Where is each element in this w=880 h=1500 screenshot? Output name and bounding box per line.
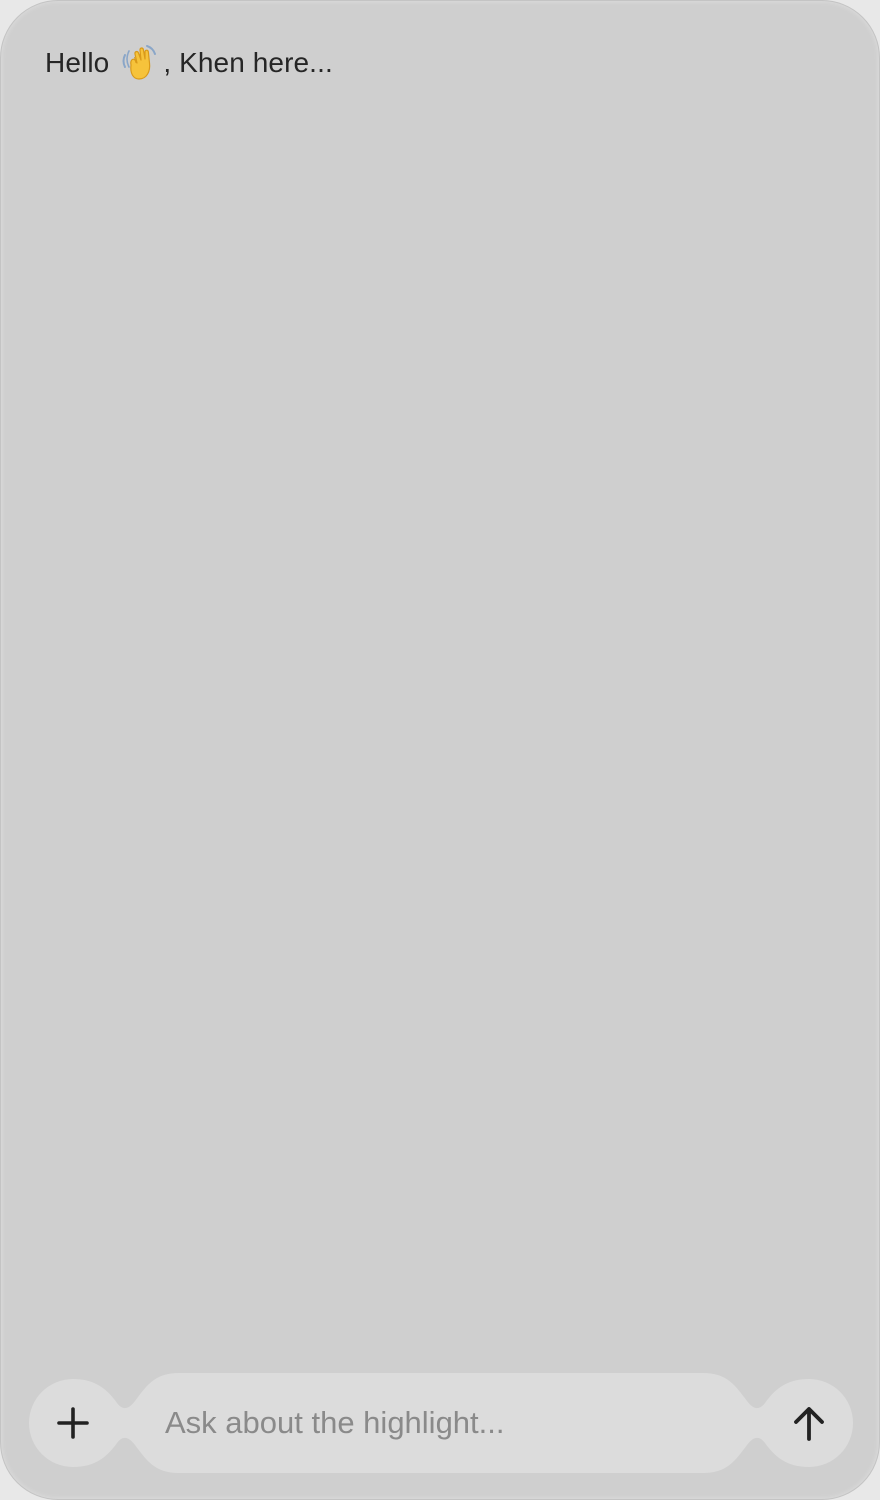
greeting-suffix: , Khen here... [163, 47, 333, 78]
add-attachment-button[interactable] [29, 1379, 117, 1467]
chat-window: Hello , Khen here... [0, 0, 880, 1500]
message-input-wrapper [137, 1373, 745, 1473]
greeting-heading: Hello , Khen here... [45, 43, 333, 83]
message-composer [29, 1373, 853, 1473]
plus-icon [57, 1407, 89, 1439]
greeting-prefix: Hello [45, 47, 110, 78]
waving-hand-icon [119, 43, 159, 83]
arrow-up-icon [794, 1407, 824, 1441]
send-button[interactable] [765, 1379, 853, 1467]
message-input[interactable] [137, 1393, 745, 1453]
